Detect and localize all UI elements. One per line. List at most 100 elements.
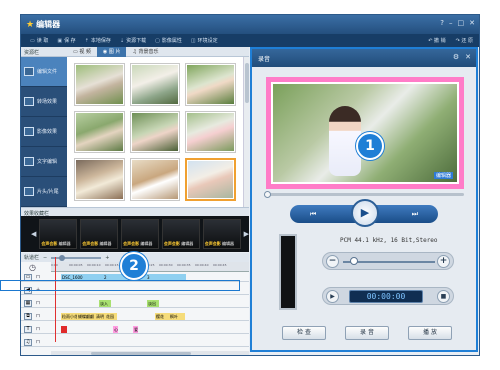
image-thumbnail[interactable] — [185, 110, 236, 154]
favorite-item[interactable]: 会声会影 编辑器 — [121, 219, 159, 249]
volume-meter — [279, 234, 297, 310]
timeline-clip[interactable]: 爱 — [133, 326, 138, 333]
sidebar: 编辑文件 转场效果 影像效果 文字编辑 片头/片尾 — [21, 57, 67, 207]
gallery-scrollbar[interactable] — [243, 57, 249, 207]
upload-icon: ⇡ — [84, 37, 89, 44]
image-thumbnail[interactable] — [74, 158, 125, 201]
previous-icon[interactable]: ⏮ — [310, 210, 316, 219]
properties-button[interactable]: ▢ 影像属性 — [155, 37, 182, 45]
zoom-in-icon[interactable]: + — [105, 255, 109, 261]
zoom-slider[interactable] — [51, 254, 102, 261]
record-button[interactable]: 录 音 — [345, 326, 389, 340]
sidebar-header: 资源栏 — [21, 47, 67, 57]
scrollbar-thumb[interactable] — [91, 352, 191, 355]
next-icon[interactable]: ⏭ — [412, 210, 418, 219]
timeline-scrollbar[interactable] — [51, 351, 249, 355]
play-button[interactable]: ▶ — [351, 199, 379, 227]
undo-button[interactable]: ↶ 撤 销 — [428, 37, 445, 44]
favorite-item[interactable]: 会声会影 编辑器 — [80, 219, 119, 249]
close-button[interactable]: ✕ — [469, 19, 475, 27]
sidebar-item-text[interactable]: 文字编辑 — [21, 147, 67, 177]
timeline-clip[interactable]: 花园 — [105, 313, 117, 320]
lock-icon[interactable]: ⊓ — [36, 339, 42, 346]
settings-label: 环境设定 — [197, 38, 218, 44]
favorite-brand: 会声会影 — [163, 241, 180, 246]
music-track-icon[interactable]: ♫ — [24, 339, 32, 346]
open-button[interactable]: ▭ 读 取 — [30, 37, 48, 45]
lock-icon[interactable]: ⊓ — [36, 326, 42, 333]
zoom-out-icon[interactable]: − — [43, 255, 47, 261]
favorite-item[interactable]: 会声会影 编辑器 — [39, 219, 78, 249]
folder-icon: ▭ — [30, 37, 35, 44]
preview-progress-slider[interactable] — [264, 191, 464, 198]
download-button[interactable]: ⇣ 资源下载 — [120, 37, 146, 45]
sidebar-item-transitions[interactable]: 转场效果 — [21, 87, 67, 117]
zoom-knob[interactable] — [59, 254, 66, 261]
ruler-tick: 0:00 — [51, 263, 58, 267]
transition-track-icon[interactable]: ⧉ — [24, 313, 32, 320]
image-thumbnail[interactable] — [129, 63, 181, 106]
favorite-item[interactable]: 会声会影 编辑器 — [161, 219, 200, 249]
progress-knob[interactable] — [264, 191, 271, 198]
transitions-icon — [24, 97, 34, 106]
playback-button[interactable]: 播 放 — [408, 326, 452, 340]
timeline-clip[interactable]: 枫叶 — [169, 313, 185, 320]
timeline-title: 轨道栏 — [24, 255, 40, 261]
sidebar-item-label: 片头/片尾 — [37, 189, 59, 195]
help-button[interactable]: ? — [440, 19, 444, 27]
timeline-ruler[interactable]: 0:0000:00:0500:00:1000:00:1500:00:2000:0… — [51, 262, 249, 272]
chevron-right-icon[interactable]: ▶ — [244, 230, 249, 238]
minimize-button[interactable]: – — [449, 19, 453, 27]
image-thumbnail[interactable] — [74, 110, 125, 154]
preview-logo: 编辑器 — [433, 172, 453, 179]
timeline-clip[interactable]: 淡入 — [99, 300, 111, 307]
lock-icon[interactable]: ⊓ — [36, 313, 42, 320]
check-button[interactable]: 检 查 — [282, 326, 326, 340]
tab-video[interactable]: ▭ 视 频 — [67, 47, 97, 57]
record-stop-button[interactable]: ■ — [437, 290, 450, 303]
record-play-button[interactable]: ▶ — [326, 290, 339, 303]
favorites-header: 效果收藏栏 — [21, 207, 249, 217]
tab-images[interactable]: ◉ 图 片 — [96, 46, 127, 57]
lock-icon[interactable]: ⊓ — [36, 300, 42, 307]
favorite-item[interactable]: 会声会影 编辑器 — [202, 219, 241, 249]
local-save-button[interactable]: ⇡ 本地保存 — [84, 37, 111, 45]
timeline-clip[interactable]: 心 — [113, 326, 118, 333]
text-track-icon[interactable]: T — [24, 326, 32, 333]
save-button[interactable]: ▣ 保 存 — [57, 37, 75, 45]
sidebar-item-edit-files[interactable]: 编辑文件 — [21, 57, 67, 87]
image-thumbnail[interactable] — [185, 63, 236, 106]
image-thumbnail[interactable] — [74, 63, 125, 106]
scrollbar-thumb[interactable] — [245, 63, 249, 103]
image-thumbnail[interactable] — [129, 158, 181, 201]
timeline-clip[interactable]: 淡出 — [147, 300, 159, 307]
close-icon[interactable]: ✕ — [465, 53, 471, 61]
sidebar-item-titles[interactable]: 片头/片尾 — [21, 177, 67, 207]
redo-button[interactable]: ↷ 还 原 — [456, 37, 473, 44]
play-icon: ▶ — [360, 206, 370, 219]
image-thumbnail[interactable] — [129, 110, 181, 154]
timeline-clip[interactable]: 清明 — [95, 313, 105, 320]
timeline-clip[interactable]: 樱花 — [155, 313, 169, 320]
image-thumbnail-selected[interactable] — [185, 158, 236, 201]
favorite-label: 会声会影 编辑器 — [164, 241, 193, 247]
favorite-label: 会声会影 编辑器 — [82, 241, 111, 247]
volume-down-button[interactable]: − — [326, 255, 339, 268]
step-badge-2: 2 — [120, 252, 148, 280]
effect-track-icon[interactable]: ▦ — [24, 300, 32, 307]
volume-slider-knob[interactable] — [350, 257, 358, 265]
timeline-clip[interactable]: 粒雨小花 — [61, 313, 77, 320]
maximize-button[interactable]: □ — [458, 19, 465, 27]
sidebar-item-effects[interactable]: 影像效果 — [21, 117, 67, 147]
gear-icon[interactable]: ⚙ — [453, 53, 459, 61]
titles-icon — [24, 187, 34, 196]
favorite-brand: 会声会影 — [82, 241, 99, 246]
playhead[interactable] — [55, 257, 56, 342]
settings-button[interactable]: ◫ 环境设定 — [191, 37, 218, 45]
tab-label: 背景音乐 — [138, 48, 159, 55]
tab-music[interactable]: ♫ 背景音乐 — [126, 47, 164, 57]
timeline-clip[interactable]: 蝴蝶翩翩 — [77, 313, 95, 320]
timeline-clip[interactable] — [61, 326, 67, 333]
chevron-left-icon[interactable]: ◀ — [31, 230, 36, 238]
volume-up-button[interactable]: + — [437, 255, 450, 268]
